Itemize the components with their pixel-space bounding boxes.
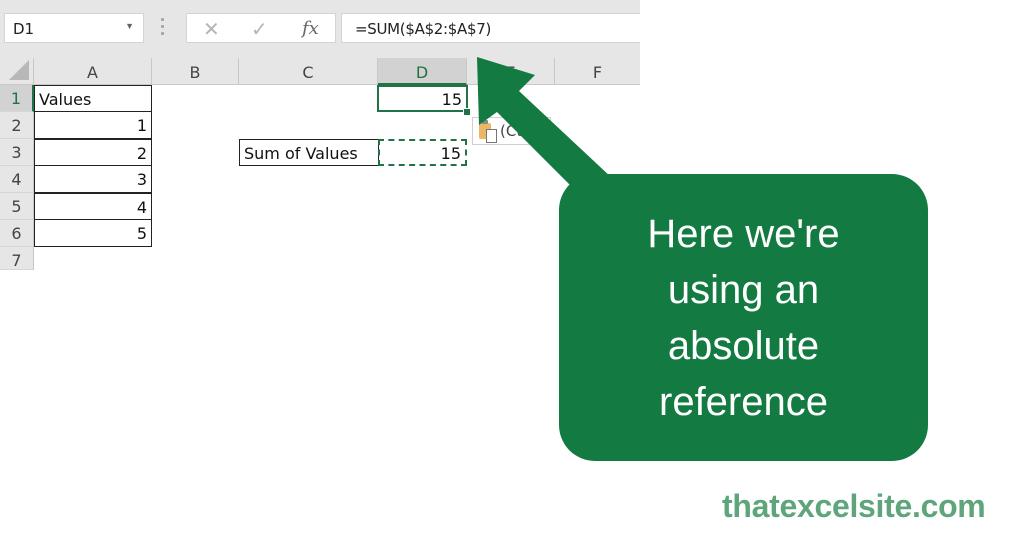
column-header-e[interactable]: E	[467, 58, 555, 85]
brand-watermark: thatexcelsite.com	[722, 488, 986, 524]
drag-handle-icon[interactable]	[161, 18, 164, 40]
cell-a1[interactable]: Values	[34, 85, 152, 112]
column-header-a[interactable]: A	[34, 58, 152, 85]
column-header-f[interactable]: F	[555, 58, 640, 85]
cell-a6[interactable]: 5	[34, 220, 152, 247]
insert-function-icon[interactable]: fx	[302, 18, 319, 39]
row-header-2[interactable]: 2	[0, 112, 34, 139]
cell-d1-active[interactable]: 15	[377, 85, 468, 112]
row-header-1[interactable]: 1	[0, 85, 34, 112]
cell-a3[interactable]: 2	[34, 139, 152, 166]
column-header-d[interactable]: D	[378, 58, 467, 85]
chevron-down-icon[interactable]: ▼	[125, 21, 134, 31]
name-box[interactable]: D1 ▼	[4, 13, 144, 43]
formula-input[interactable]: =SUM($A$2:$A$7)	[341, 13, 640, 43]
paste-options-label: (Ctrl)	[500, 122, 539, 140]
row-header-5[interactable]: 5	[0, 193, 34, 220]
cell-a4[interactable]: 3	[34, 166, 152, 193]
row-header-7[interactable]: 7	[0, 247, 34, 270]
page-icon	[486, 129, 497, 143]
formula-text: =SUM($A$2:$A$7)	[355, 20, 492, 38]
paste-options-button[interactable]: (Ctrl)	[472, 117, 551, 145]
row-header-4[interactable]: 4	[0, 166, 34, 193]
formula-buttons: ✕ ✓ fx	[186, 13, 336, 43]
enter-icon[interactable]: ✓	[251, 17, 268, 42]
formula-toolbar: D1 ▼ ✕ ✓ fx =SUM($A$2:$A$7)	[0, 0, 640, 58]
cell-c3[interactable]: Sum of Values	[239, 139, 379, 166]
column-header-c[interactable]: C	[239, 58, 378, 85]
column-header-b[interactable]: B	[152, 58, 239, 85]
excel-window: D1 ▼ ✕ ✓ fx =SUM($A$2:$A$7) A B C D E F …	[0, 0, 640, 270]
callout-box: Here we're using an absolute reference	[559, 174, 928, 461]
row-header-6[interactable]: 6	[0, 220, 34, 247]
cell-d3-copied[interactable]: 15	[378, 139, 467, 166]
select-all-button[interactable]	[0, 58, 34, 85]
cancel-icon[interactable]: ✕	[203, 17, 220, 42]
fill-handle[interactable]	[463, 108, 471, 116]
row-header-3[interactable]: 3	[0, 139, 34, 166]
callout-text: Here we're using an absolute reference	[647, 211, 840, 424]
cell-a2[interactable]: 1	[34, 112, 152, 139]
name-box-value: D1	[13, 20, 35, 38]
cell-a5[interactable]: 4	[34, 193, 152, 220]
